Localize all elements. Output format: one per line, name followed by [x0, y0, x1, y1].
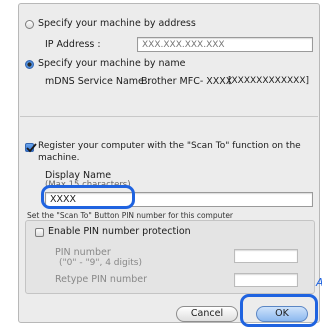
- ip-address-label: IP Address :: [45, 39, 101, 50]
- enable-pin-label[interactable]: Enable PIN number protection: [48, 226, 191, 237]
- register-label-line2[interactable]: machine.: [38, 153, 80, 163]
- display-name-highlight: [41, 185, 135, 209]
- pin-group-box: Enable PIN number protection PIN number …: [25, 220, 315, 294]
- scan-to-settings-dialog: Specify your machine by address IP Addre…: [18, 3, 320, 323]
- mdns-label: mDNS Service Name :: [45, 76, 151, 87]
- ok-button-highlight: [240, 294, 318, 327]
- register-label-line1[interactable]: Register your computer with the "Scan To…: [38, 141, 301, 151]
- address-radio[interactable]: [25, 20, 34, 29]
- pin-section-title: Set the "Scan To" Button PIN number for …: [27, 211, 234, 220]
- side-marker-a: A: [316, 276, 322, 289]
- name-radio-label[interactable]: Specify your machine by name: [38, 58, 185, 69]
- checkmark-icon: [26, 143, 37, 153]
- retype-pin-label: Retype PIN number: [55, 274, 147, 285]
- register-checkbox[interactable]: [25, 143, 37, 153]
- pin-number-input[interactable]: [234, 249, 298, 263]
- name-radio[interactable]: [25, 60, 34, 69]
- pin-number-hint: ("0" - "9", 4 digits): [59, 258, 142, 268]
- ip-address-input[interactable]: [137, 37, 313, 52]
- mdns-service-id: [XXXXXXXXXXXX]: [228, 76, 310, 86]
- address-radio-label[interactable]: Specify your machine by address: [38, 18, 196, 29]
- section-divider: [20, 116, 318, 117]
- mdns-service-name: Brother MFC- XXXX: [141, 76, 233, 87]
- retype-pin-input[interactable]: [234, 273, 298, 287]
- cancel-button[interactable]: Cancel: [176, 306, 238, 322]
- enable-pin-checkbox[interactable]: [35, 228, 44, 237]
- pin-number-label: PIN number: [55, 247, 111, 258]
